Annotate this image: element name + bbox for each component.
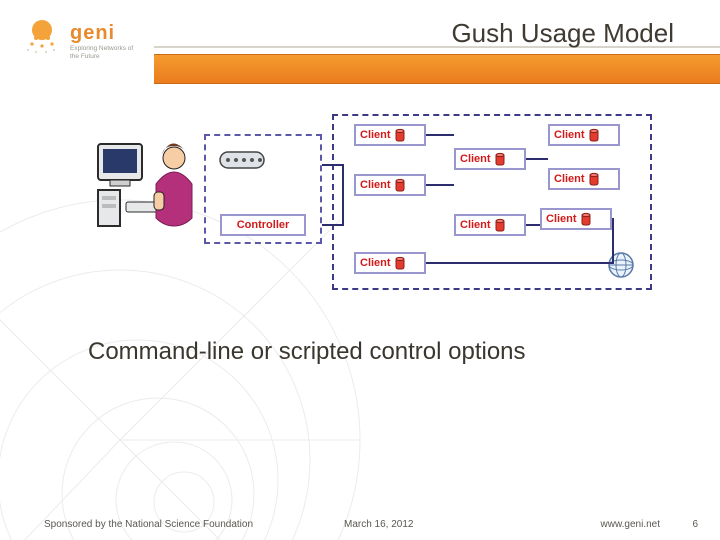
connector [426, 184, 454, 186]
client-node: Client [548, 124, 620, 146]
title-band [154, 54, 720, 84]
disk-icon [589, 172, 599, 186]
disk-icon [395, 256, 405, 270]
footer-url: www.geni.net [601, 519, 660, 530]
connector [526, 224, 540, 226]
connector [612, 218, 614, 262]
connector [526, 158, 548, 160]
client-label: Client [554, 173, 585, 185]
architecture-diagram: Controller Client Client Client Client C… [96, 112, 656, 292]
globe-icon [606, 250, 636, 280]
client-node: Client [354, 124, 426, 146]
client-label: Client [554, 129, 585, 141]
connector [426, 262, 546, 264]
client-node: Client [354, 252, 426, 274]
user-workstation-icon [96, 140, 208, 236]
disk-icon [495, 218, 505, 232]
client-label: Client [360, 257, 391, 269]
logo: geni Exploring Networks of the Future [18, 6, 148, 76]
logo-tagline: Exploring Networks of the Future [70, 45, 142, 59]
footer-date: March 16, 2012 [344, 519, 414, 530]
client-label: Client [360, 179, 391, 191]
subtitle: Command-line or scripted control options [88, 338, 526, 366]
disk-icon [395, 178, 405, 192]
client-label: Client [460, 219, 491, 231]
client-label: Client [360, 129, 391, 141]
connector [322, 164, 344, 166]
controller-label: Controller [237, 219, 290, 231]
disk-icon [495, 152, 505, 166]
connector [342, 164, 344, 226]
client-node: Client [548, 168, 620, 190]
client-label: Client [460, 153, 491, 165]
logo-word: geni [70, 22, 142, 45]
client-label: Client [546, 213, 577, 225]
client-node: Client [454, 148, 526, 170]
client-node: Client [354, 174, 426, 196]
connector [322, 224, 344, 226]
controller-node: Controller [220, 214, 306, 236]
disk-icon [395, 128, 405, 142]
connector [546, 262, 614, 264]
footer-page: 6 [692, 519, 698, 530]
slide-title: Gush Usage Model [451, 18, 674, 49]
client-node: Client [540, 208, 612, 230]
logo-mark-icon [18, 16, 64, 67]
footer-sponsor: Sponsored by the National Science Founda… [44, 519, 253, 530]
disk-icon [589, 128, 599, 142]
footer: Sponsored by the National Science Founda… [0, 510, 720, 530]
client-node: Client [454, 214, 526, 236]
connector [426, 134, 454, 136]
disk-icon [581, 212, 591, 226]
